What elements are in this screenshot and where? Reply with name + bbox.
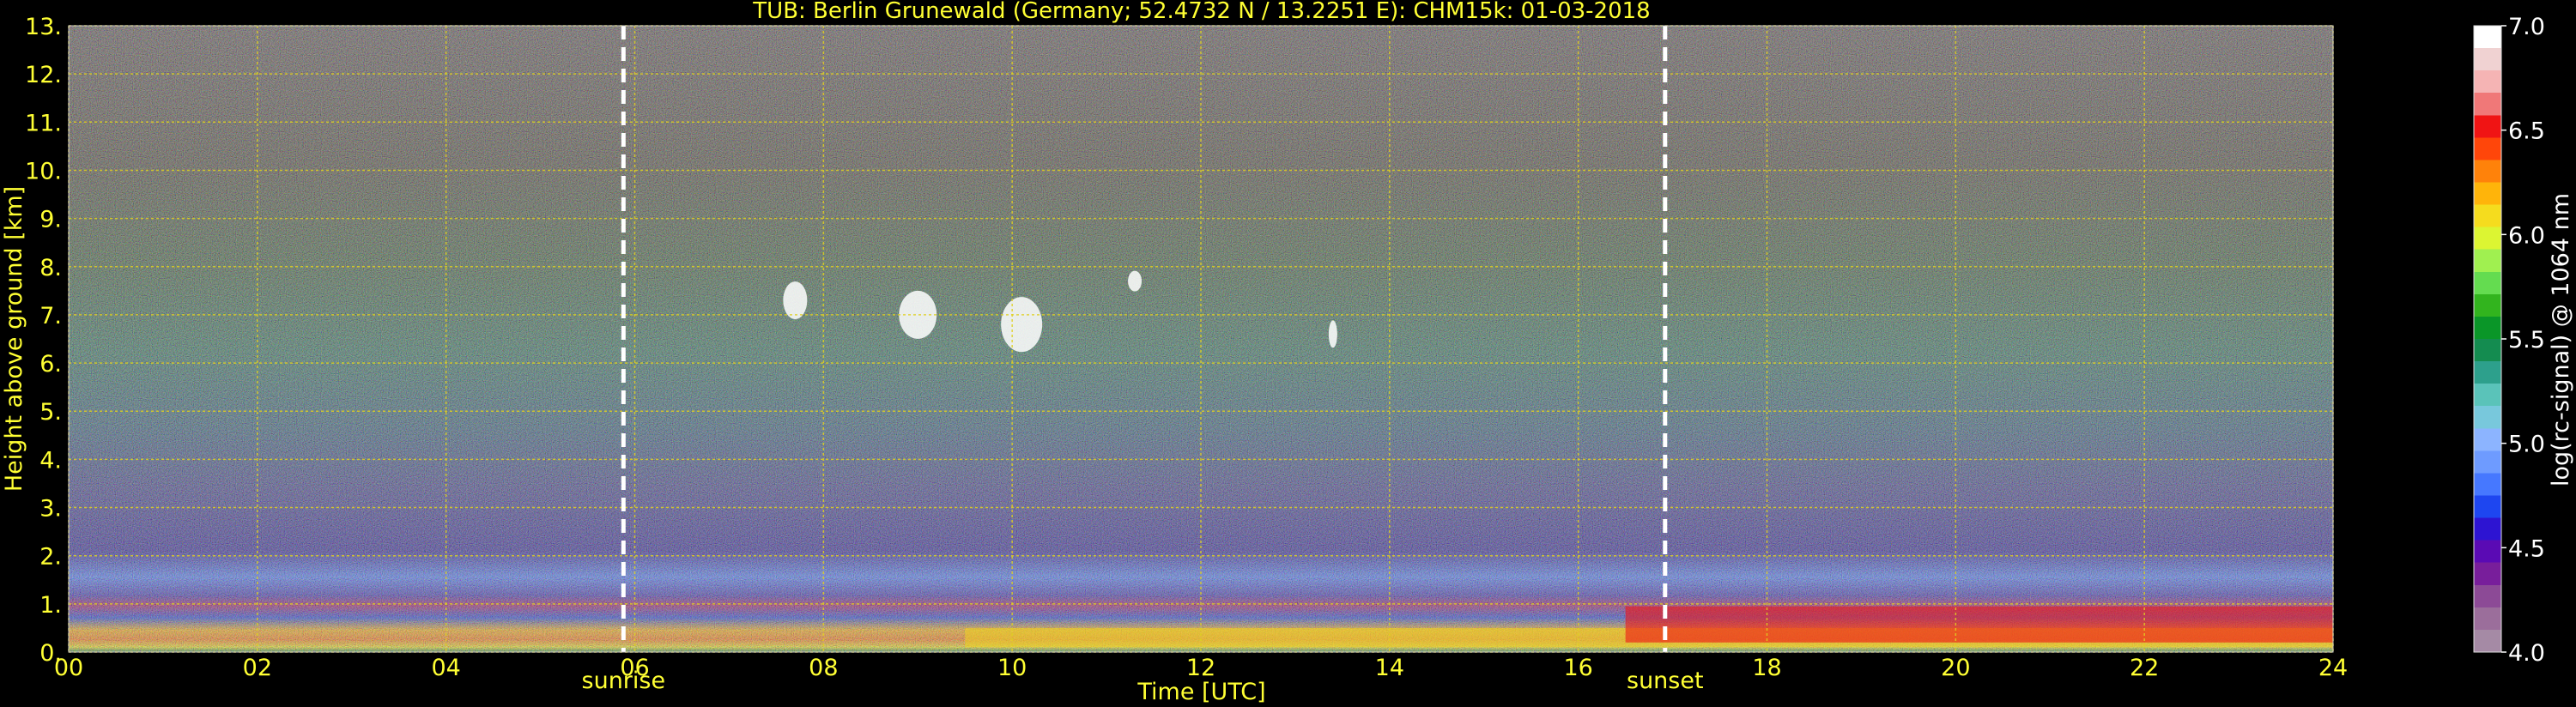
y-axis-label: Height above ground [km] xyxy=(1,186,27,492)
cloud-patch xyxy=(1001,297,1043,353)
ceilometer-chart: 0.1.2.3.4.5.6.7.8.9.10.11.12.13. 00 02 04 0… xyxy=(1,0,2574,705)
x-tick-label: 14 xyxy=(1375,655,1404,681)
colorbar-tick-label: 4.0 xyxy=(2508,640,2545,667)
colorbar-tick-label: 7.0 xyxy=(2508,14,2545,40)
plot-area xyxy=(68,25,2334,653)
x-tick-label: 02 xyxy=(243,655,272,681)
colorbar-tick-label: 4.5 xyxy=(2508,535,2545,562)
colorbar-scale xyxy=(2473,25,2502,653)
y-tick-label: 4. xyxy=(39,447,62,474)
y-tick-label: 12. xyxy=(25,62,62,88)
y-tick-label: 8. xyxy=(39,255,62,281)
x-tick-label: 24 xyxy=(2318,655,2348,681)
colorbar-tick-label: 6.5 xyxy=(2508,118,2545,145)
colorbar-label: log(rc-signal) @ 1064 nm xyxy=(2548,193,2574,486)
x-axis-label: Time [UTC] xyxy=(1136,679,1265,705)
colorbar-tick-label: 5.0 xyxy=(2508,432,2545,458)
x-tick-label: 22 xyxy=(2130,655,2159,681)
x-tick-label: 18 xyxy=(1752,655,1781,681)
colorbar-tick-label: 5.5 xyxy=(2508,327,2545,354)
sunrise-label: sunrise xyxy=(582,668,666,694)
y-tick-label: 3. xyxy=(39,496,62,523)
x-tick-label: 04 xyxy=(431,655,460,681)
x-tick-label: 16 xyxy=(1563,655,1592,681)
colorbar-ticks: 4.0 4.5 5.0 5.5 6.0 6.5 7.0 xyxy=(2501,14,2545,667)
x-tick-label: 00 xyxy=(54,655,83,681)
y-tick-label: 6. xyxy=(39,351,62,378)
x-tick-labels: 00 02 04 06 08 10 12 14 16 18 20 22 24 xyxy=(54,655,2348,681)
chart-title: TUB: Berlin Grunewald (Germany; 52.4732 … xyxy=(752,0,1650,24)
y-tick-label: 2. xyxy=(39,544,62,571)
y-tick-label: 9. xyxy=(39,207,62,233)
cloud-patch xyxy=(1328,320,1337,348)
x-tick-label: 08 xyxy=(809,655,838,681)
y-tick-label: 10. xyxy=(25,158,62,184)
y-tick-label: 7. xyxy=(39,303,62,329)
colorbar-tick-label: 6.0 xyxy=(2508,222,2545,249)
y-tick-label: 13. xyxy=(25,14,62,40)
y-tick-label: 1. xyxy=(39,592,62,619)
sunset-label: sunset xyxy=(1627,668,1704,694)
cloud-patch xyxy=(783,281,808,320)
y-tick-label: 11. xyxy=(25,110,62,136)
cloud-patch xyxy=(1128,270,1143,292)
x-tick-label: 10 xyxy=(997,655,1027,681)
x-tick-label: 20 xyxy=(1941,655,1970,681)
x-tick-label: 12 xyxy=(1186,655,1215,681)
colorbar: 4.0 4.5 5.0 5.5 6.0 6.5 7.0 log(rc-signal) @ 1… xyxy=(2473,14,2574,667)
y-tick-labels: 0.1.2.3.4.5.6.7.8.9.10.11.12.13. xyxy=(25,14,62,667)
boundary-layer-band xyxy=(1625,606,2333,643)
y-tick-label: 5. xyxy=(39,399,62,426)
